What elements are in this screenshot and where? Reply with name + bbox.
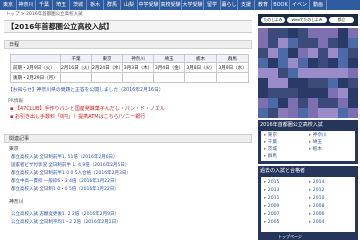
sidebar-item-chiba[interactable]: 千葉 (264, 140, 277, 146)
schedule-cell: 3月9日（水） (216, 62, 249, 73)
sidebar-top-link-bar: トップページ (258, 234, 358, 240)
schedule-cell (216, 72, 249, 83)
nav-item[interactable]: 千葉 (36, 0, 53, 10)
notice-link[interactable]: 【お知らせ】神奈川県の問題と正答を公開しました（2016年2月16日） (8, 87, 164, 94)
related-article-link[interactable]: 都立高校入試 全日制前半1 0 0 5人合格（2016年2月3日） (11, 171, 131, 177)
nav-item[interactable]: 暮らし (221, 0, 238, 10)
sidebar-year-list: 2015 2014 2013 2012 2011 2010 2009 2008 … (261, 177, 355, 232)
sidebar-year-link[interactable]: 2006 (309, 212, 325, 218)
schedule-header-row: 千葉 東京 神奈川 埼玉 栃木 群馬 (10, 54, 249, 63)
schedule-cell (153, 72, 185, 83)
nav-item[interactable]: 高校受験 (160, 0, 182, 10)
search-button[interactable]: Webでたのしよみ (287, 17, 327, 23)
schedule-cell (91, 72, 123, 83)
sidebar-mosaic-image (258, 28, 358, 118)
pr-item[interactable]: ▪ 【47CLUB】手作りパンと国産発酵菓子んだし・パン・ド・ノエル (10, 106, 165, 113)
sidebar-item-gunma[interactable]: 群馬 (264, 154, 277, 160)
nav-item[interactable]: 神奈川 (17, 0, 36, 10)
nav-item[interactable]: 動画 (310, 0, 327, 10)
nav-item[interactable]: 支援 (238, 0, 255, 10)
nav-item[interactable]: 留学 (204, 0, 221, 10)
sidebar-item-tokyo[interactable]: 東京 (264, 133, 277, 139)
schedule-cell (184, 72, 217, 83)
pr-item-text[interactable]: お引き出し手数料「0円」！提携ATMはこちら/ソニー銀行 (15, 114, 145, 120)
breadcrumb: トップ > 2016年首都圏公立高校入試 (6, 11, 83, 17)
related-article-link[interactable]: 公立高校入試 全日制平均1・2 2倍（2016年2月2日） (11, 220, 121, 226)
schedule-cell: 3月4日（金） (153, 62, 185, 73)
pr-label: PR情報 (8, 99, 23, 104)
top-page-link[interactable]: トップページ (278, 234, 302, 240)
sidebar-item-ibaraki[interactable]: 茨城 (264, 147, 277, 153)
sidebar-admission-title: 2016年首都圏公立高校入試 (260, 122, 323, 128)
nav-item[interactable]: 山梨 (121, 0, 138, 10)
nav-item[interactable]: 栃木 (87, 0, 104, 10)
schedule-cell: 後期・2月29日（月） (10, 72, 61, 83)
search-button[interactable]: 都立 (329, 17, 354, 23)
top-nav: 東京 神奈川 千葉 埼玉 茨城 栃木 群馬 山梨 中学受験 高校受験 大学受験 留学 暮らし 支援 教育 BO… (0, 0, 360, 18)
sidebar-year-link[interactable]: 2014 (309, 180, 325, 186)
sidebar-year-link[interactable]: 2012 (309, 188, 325, 194)
nav-item[interactable]: 教育 (255, 0, 272, 10)
sidebar-archive-box: 過去の入試と合格者 2015 2014 2013 2012 2011 2010 … (258, 166, 358, 234)
schedule-header-cell: 東京 (91, 54, 123, 63)
sidebar-item-kanagawa[interactable]: 神奈川 (309, 133, 327, 139)
mosaic-tile (348, 108, 358, 118)
sidebar-year-link[interactable]: 2007 (264, 212, 280, 218)
sidebar-year-link[interactable]: 2005 (264, 220, 280, 226)
nav-item[interactable]: 大学受験 (182, 0, 204, 10)
sidebar-year-link[interactable]: 2013 (264, 188, 280, 194)
schedule-header-cell: 埼玉 (153, 54, 185, 63)
schedule-row: 後期・2月29日（月） (10, 72, 249, 83)
nav-item[interactable]: 茨城 (70, 0, 87, 10)
schedule-row: 前期・2月9日（火） 2月16日（火） 2月24日（水） 3月3日（木） 3月4… (10, 62, 249, 73)
schedule-cell: 前期・2月9日（火） (10, 62, 61, 73)
breadcrumb-current: 2016年首都圏公立高校入試 (26, 12, 83, 17)
schedule-cell: 3月8日（火） (184, 62, 217, 73)
breadcrumb-home[interactable]: トップ (6, 12, 20, 17)
sidebar-year-link[interactable]: 2010 (309, 196, 325, 202)
schedule-header-cell: 千葉 (60, 54, 92, 63)
sidebar-archive-title: 過去の入試と合格者 (260, 168, 306, 174)
related-article-link[interactable]: 公立高校入試 志願変更後1. 2 2倍（2016年2月9日） (11, 212, 119, 218)
schedule-header-cell: 群馬 (216, 54, 249, 63)
page-title: 【2016年首都圏公立高校入試】 (4, 20, 252, 33)
pr-item-text[interactable]: 【47CLUB】手作りパンと国産発酵菓子んだし・パン・ド・ノエル (15, 106, 165, 112)
schedule-cell (122, 72, 154, 83)
schedule-header-cell: 栃木 (184, 54, 217, 63)
nav-item[interactable]: BOOK (272, 0, 290, 10)
sidebar-year-link[interactable]: 2011 (264, 196, 280, 202)
schedule-cell: 2月16日（火） (60, 62, 92, 73)
schedule-header-cell: 神奈川 (122, 54, 154, 63)
sidebar-year-link[interactable]: 2015 (264, 180, 280, 186)
pr-item[interactable]: ▪ お引き出し手数料「0円」！提携ATMはこちら/ソニー銀行 (10, 114, 145, 121)
related-article-link[interactable]: 都立高校入試 全日制1 0・0 5倍（2016年1月22日） (11, 187, 119, 193)
nav-item[interactable]: 東京 (0, 0, 17, 10)
schedule-cell: 2月24日（水） (91, 62, 123, 73)
sidebar-admission-list: 東京 神奈川 千葉 埼玉 茨城 栃木 群馬 (261, 131, 355, 161)
schedule-cell: 3月3日（木） (122, 62, 154, 73)
schedule-cell (60, 72, 92, 83)
sidebar-year-link[interactable]: 2008 (309, 204, 325, 210)
sidebar-admission-box: 2016年首都圏公立高校入試 東京 神奈川 千葉 埼玉 茨城 栃木 群馬 (258, 120, 358, 164)
sidebar-item-saitama[interactable]: 埼玉 (309, 140, 322, 146)
related-group-label: 東京 (9, 147, 19, 152)
sidebar-year-link[interactable]: 2004 (309, 220, 325, 226)
nav-item[interactable]: 埼玉 (53, 0, 70, 10)
schedule-heading: 日程 (4, 40, 252, 49)
nav-item[interactable]: 群馬 (104, 0, 121, 10)
related-group-label: 神奈川 (9, 200, 24, 205)
related-article-link[interactable]: 国家者ビザ付状況 全日制前半 1. 4 9倍（2016年2月5日） (11, 163, 129, 169)
related-heading: 関連記事 (4, 134, 252, 143)
sidebar-item-tochigi[interactable]: 栃木 (309, 147, 322, 153)
sidebar-search-bar: たのしよみ Webでたのしよみ 都立 (258, 14, 358, 26)
schedule-table: 千葉 東京 神奈川 埼玉 栃木 群馬 前期・2月9日（火） 2月16日（火） 2… (10, 54, 249, 83)
schedule-header-cell (10, 54, 61, 63)
sidebar-year-link[interactable]: 2009 (264, 204, 280, 210)
related-article-link[interactable]: 都立中高一貫校 一般枠6・3 4倍（2016年1月22日） (11, 179, 119, 185)
nav-item[interactable]: イベント (290, 0, 310, 18)
nav-item[interactable]: 中学受験 (138, 0, 160, 10)
search-button[interactable]: たのしよみ (261, 17, 285, 23)
related-article-link[interactable]: 都立高校入試 全日制前半1. 51倍（2016年2月6日） (11, 155, 118, 161)
